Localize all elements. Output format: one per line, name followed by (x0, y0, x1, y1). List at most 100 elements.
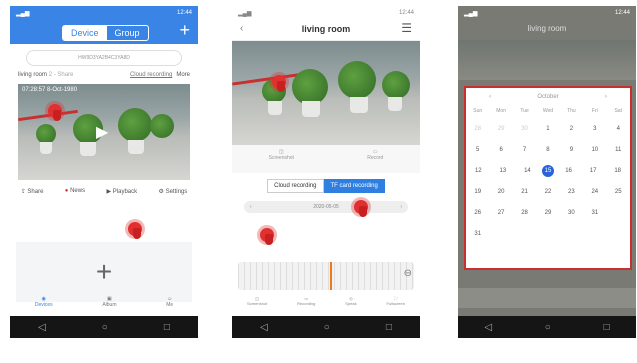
nav-speak[interactable]: ◎ Speak (345, 296, 356, 316)
playback-button[interactable]: ▶ Playback (107, 188, 138, 195)
calendar-day[interactable]: 3 (585, 126, 605, 132)
android-navbar: ◁ ○ □ (232, 316, 420, 338)
prev-month-icon[interactable]: ‹ (489, 94, 491, 100)
calendar-day[interactable]: 10 (585, 147, 605, 153)
weekday-label: Thu (567, 108, 576, 114)
recent-nav-icon[interactable]: □ (604, 322, 610, 333)
calendar-day[interactable]: 4 (608, 126, 628, 132)
plant (292, 69, 328, 105)
status-bar: ▂▄▆ 12:44 (464, 10, 630, 17)
calendar-day[interactable]: 21 (515, 189, 535, 195)
weekday-label: Sun (473, 108, 483, 114)
calendar-day[interactable]: 12 (468, 168, 488, 174)
calendar-day[interactable]: 25 (608, 189, 628, 195)
calendar-day[interactable]: 28 (515, 210, 535, 216)
calendar-day[interactable]: 1 (538, 126, 558, 132)
calendar-day[interactable]: 31 (468, 231, 488, 237)
prev-day-icon[interactable]: ‹ (250, 204, 252, 210)
calendar-day[interactable]: 27 (491, 210, 511, 216)
tab-group[interactable]: Group (107, 26, 148, 40)
calendar-day[interactable]: 30 (561, 210, 581, 216)
calendar-day[interactable]: 29 (491, 126, 511, 132)
next-month-icon[interactable]: › (605, 94, 607, 100)
home-nav-icon[interactable]: ○ (324, 322, 330, 333)
nav-recording[interactable]: ▭ Recording (297, 296, 315, 316)
calendar-popup: ‹ October › Sun Mon Tue Wed Thu Fri Sat 28 29 30… (464, 86, 632, 270)
date-selector[interactable]: ‹ 2020-05-05 › (244, 201, 408, 213)
plant (150, 114, 174, 138)
play-icon[interactable]: ▶ (96, 122, 108, 142)
plant (36, 124, 56, 144)
calendar-day[interactable]: 22 (538, 189, 558, 195)
calendar-day[interactable]: 14 (517, 168, 537, 174)
nav-devices[interactable]: ◉ Devices (35, 296, 53, 316)
tab-tf-card-recording[interactable]: TF card recording (323, 179, 385, 193)
pot (302, 101, 320, 117)
calendar-day[interactable]: 24 (585, 189, 605, 195)
record-control[interactable]: ▭ Record (367, 149, 383, 173)
home-nav-icon[interactable]: ○ (102, 322, 108, 333)
tap-hand-icon (272, 75, 286, 92)
page-title: living room (527, 24, 567, 33)
calendar-day[interactable]: 8 (538, 147, 558, 153)
calendar-day[interactable]: 18 (608, 168, 628, 174)
android-navbar: ◁ ○ □ (458, 316, 636, 338)
calendar-day[interactable]: 7 (515, 147, 535, 153)
calendar-day[interactable]: 5 (468, 147, 488, 153)
zoom-icon[interactable]: ⊖ (404, 268, 412, 279)
pot (350, 97, 368, 113)
calendar-day[interactable]: 23 (561, 189, 581, 195)
share-button[interactable]: ⇪ Share (21, 188, 44, 195)
recent-nav-icon[interactable]: □ (386, 322, 392, 333)
cloud-recording-link[interactable]: Cloud recording (130, 72, 172, 78)
tab-cloud-recording[interactable]: Cloud recording (267, 179, 324, 193)
back-nav-icon[interactable]: ◁ (484, 322, 492, 333)
calendar-day[interactable]: 31 (585, 210, 605, 216)
calendar-day[interactable]: 13 (493, 168, 513, 174)
nav-screenshot[interactable]: ◫ Screenshot (247, 296, 267, 316)
calendar-day[interactable]: 16 (559, 168, 579, 174)
calendar-day[interactable]: 19 (468, 189, 488, 195)
calendar-day-selected[interactable]: 15 (541, 164, 554, 177)
add-device-area[interactable]: + (16, 242, 192, 302)
nav-album[interactable]: ▣ Album (102, 296, 116, 316)
settings-button[interactable]: ⚙ Settings (159, 188, 188, 195)
live-video[interactable] (232, 41, 420, 145)
tap-hand-icon (48, 104, 62, 121)
next-day-icon[interactable]: › (400, 204, 402, 210)
nav-me[interactable]: ☺ Me (166, 296, 173, 316)
back-nav-icon[interactable]: ◁ (38, 322, 46, 333)
recent-nav-icon[interactable]: □ (164, 322, 170, 333)
calendar-day[interactable]: 29 (538, 210, 558, 216)
month-label: October (537, 94, 559, 100)
calendar-day[interactable]: 26 (468, 210, 488, 216)
plant (338, 61, 376, 99)
timeline[interactable]: ⊖ (238, 262, 414, 290)
calendar-day[interactable]: 2 (561, 126, 581, 132)
calendar-day[interactable]: 9 (561, 147, 581, 153)
calendar-grid: 28 29 30 1 2 3 4 5 6 7 8 9 10 11 12 13 14 15 16 17 18 19 20 21 2… (466, 118, 630, 244)
calendar-day[interactable]: 28 (468, 126, 488, 132)
calendar-day[interactable]: 30 (515, 126, 535, 132)
menu-icon[interactable]: ☰ (401, 21, 412, 35)
tab-device[interactable]: Device (63, 26, 107, 40)
screenshot-control[interactable]: ◫ Screenshot (269, 149, 294, 173)
camera-preview[interactable]: 07:28:57 8-Oct-1980 ▶ (18, 84, 190, 180)
calendar-week: 28 29 30 1 2 3 4 (466, 118, 630, 139)
calendar-day[interactable]: 17 (583, 168, 603, 174)
room-meta: 2 - Share (48, 72, 74, 78)
weekday-label: Wed (542, 108, 554, 114)
back-nav-icon[interactable]: ◁ (260, 322, 268, 333)
news-button[interactable]: ● News (65, 188, 85, 195)
calendar-day[interactable]: 6 (491, 147, 511, 153)
calendar-day[interactable]: 11 (608, 147, 628, 153)
home-nav-icon[interactable]: ○ (545, 322, 551, 333)
calendar-day[interactable]: 20 (491, 189, 511, 195)
dimmed-video (458, 40, 636, 80)
nav-fullscreen[interactable]: ⛶ Fullscreen (387, 296, 405, 316)
pot (388, 97, 402, 111)
plus-icon[interactable]: + (179, 20, 190, 41)
more-link[interactable]: More (176, 72, 190, 78)
pot (268, 101, 282, 115)
tap-hand-icon (354, 200, 368, 217)
